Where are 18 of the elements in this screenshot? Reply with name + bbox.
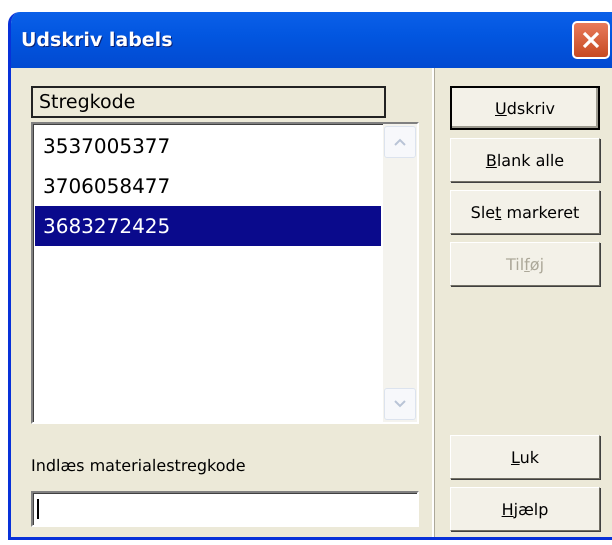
close-button[interactable] xyxy=(572,21,610,59)
list-item[interactable]: 3706058477 xyxy=(35,166,381,206)
dialog-button[interactable]: Slet markeret xyxy=(450,190,600,234)
dialog-button[interactable]: Luk xyxy=(450,435,600,479)
barcode-input-field[interactable] xyxy=(31,491,419,527)
list-item[interactable]: 3683272425 xyxy=(35,206,381,246)
scrollbar[interactable] xyxy=(383,124,417,422)
scroll-up-button[interactable] xyxy=(384,126,416,158)
close-icon xyxy=(580,29,602,51)
dialog-button[interactable]: Hjælp xyxy=(450,487,600,531)
dialog-button[interactable]: Blank alle xyxy=(450,138,600,182)
text-cursor xyxy=(37,499,39,519)
column-header[interactable]: Stregkode xyxy=(31,86,386,118)
window-title: Udskriv labels xyxy=(21,29,172,51)
scroll-down-button[interactable] xyxy=(384,388,416,420)
field-label: Indlæs materialestregkode xyxy=(31,456,247,475)
dialog-button[interactable]: Udskriv xyxy=(450,86,600,130)
list-item[interactable]: 3537005377 xyxy=(35,126,381,166)
